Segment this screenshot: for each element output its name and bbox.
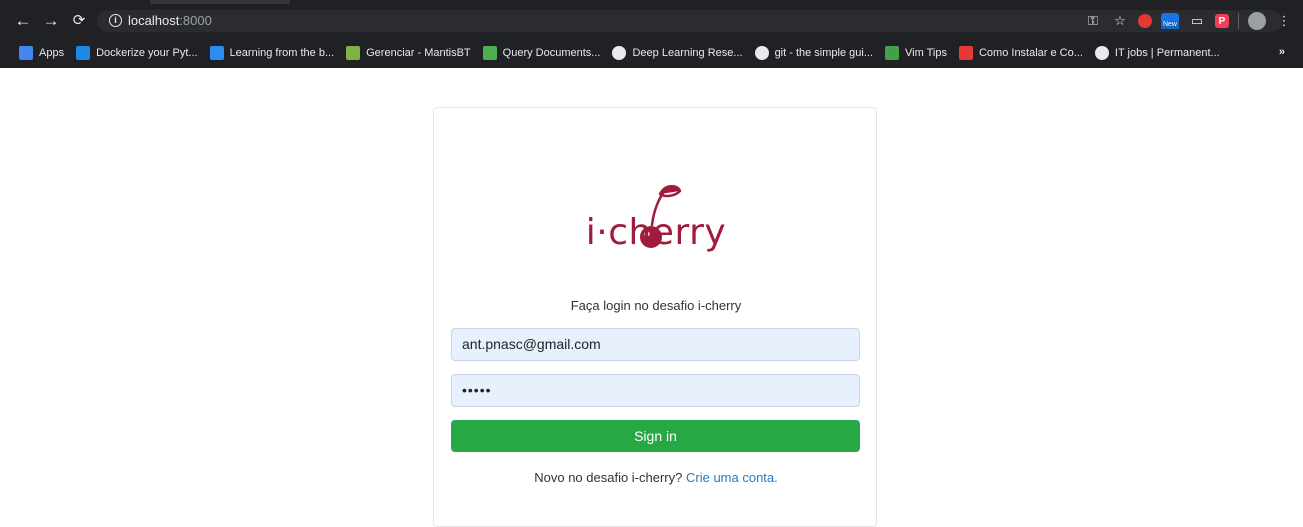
reload-icon[interactable]: ⟳ [69, 11, 89, 31]
pocket-glyph: P [1218, 15, 1226, 27]
new-badge: New [1161, 21, 1179, 29]
bookmark-item[interactable]: IT jobs | Permanent... [1094, 42, 1220, 64]
bookmark-item[interactable]: git - the simple gui... [754, 42, 873, 64]
github-icon [612, 46, 627, 60]
bookmarks-overflow-icon[interactable]: » [1279, 46, 1285, 58]
bookmark-label: Vim Tips [905, 47, 947, 59]
create-account-link[interactable]: Crie uma conta. [686, 470, 778, 485]
bookmark-label: IT jobs | Permanent... [1114, 47, 1220, 59]
url-host: localhost [128, 13, 180, 28]
menu-kebab-icon[interactable]: ⋮ [1275, 12, 1293, 30]
email-field[interactable]: ant.pnasc@gmail.com [451, 328, 860, 361]
bookmark-item[interactable]: Como Instalar e Co... [958, 42, 1083, 64]
key-icon[interactable]: ⚿ [1084, 12, 1102, 30]
signup-prompt: Novo no desafio i-cherry? Crie uma conta… [434, 470, 878, 485]
bookmark-label: Deep Learning Rese... [632, 47, 743, 59]
extension-new-icon[interactable]: New [1161, 13, 1179, 29]
bookmark-label: Apps [39, 47, 65, 59]
dockerize-icon [76, 46, 91, 60]
url-port: :8000 [179, 13, 212, 28]
star-icon[interactable]: ☆ [1111, 12, 1129, 30]
toolbar-right-icons: ⚿ ☆ New ▭ P ⋮ [1084, 11, 1293, 31]
brand-logo-text: i·cherry [585, 212, 727, 253]
jobs-icon [1094, 46, 1109, 60]
github-icon [754, 46, 769, 60]
vim-icon [885, 46, 899, 60]
signup-prefix: Novo no desafio i-cherry? [534, 470, 683, 485]
login-card: i·cherry Faça login no desafio i-cherry … [433, 107, 877, 527]
forward-arrow-icon[interactable]: → [41, 11, 61, 31]
bookmark-item[interactable]: Gerenciar - MantisBT [346, 42, 471, 64]
k-icon [209, 46, 224, 60]
bookmark-item[interactable]: Query Documents... [482, 42, 601, 64]
bookmark-label: Learning from the b... [229, 47, 335, 59]
back-arrow-icon[interactable]: ← [13, 11, 33, 31]
bookmark-label: Query Documents... [502, 47, 601, 59]
bookmark-item[interactable]: Deep Learning Rese... [612, 42, 743, 64]
profile-avatar-icon[interactable] [1248, 12, 1266, 30]
bookmarks-bar: Apps Dockerize your Pyt... Learning from t… [0, 42, 1303, 64]
apps-grid-icon [19, 46, 33, 60]
mongodb-leaf-icon [482, 46, 497, 60]
youtube-icon [958, 46, 973, 60]
password-field[interactable]: ••••• [451, 374, 860, 407]
browser-chrome: ← → ⟳ i localhost:8000 ⚿ ☆ New ▭ P ⋮ App… [0, 0, 1303, 68]
tab-strip [0, 0, 1303, 4]
mantis-icon [346, 46, 361, 60]
pocket-icon[interactable]: P [1215, 14, 1229, 28]
cast-icon[interactable]: ▭ [1188, 12, 1206, 30]
toolbar-separator [1238, 13, 1239, 29]
bookmark-label: Como Instalar e Co... [978, 47, 1083, 59]
login-subtitle: Faça login no desafio i-cherry [570, 298, 742, 313]
bookmark-item[interactable]: Learning from the b... [209, 42, 335, 64]
extension-red-icon[interactable] [1138, 14, 1152, 28]
active-tab[interactable] [150, 0, 290, 4]
bookmark-label: Gerenciar - MantisBT [366, 47, 471, 59]
info-icon[interactable]: i [109, 14, 122, 27]
bookmark-label: git - the simple gui... [774, 47, 873, 59]
bookmark-item[interactable]: Apps [19, 42, 64, 64]
bookmark-item[interactable]: Vim Tips [885, 42, 947, 64]
bookmark-item[interactable]: Dockerize your Pyt... [76, 42, 198, 64]
sign-in-button[interactable]: Sign in [451, 420, 860, 452]
url-text[interactable]: localhost:8000 [128, 13, 212, 29]
bookmark-label: Dockerize your Pyt... [96, 47, 198, 59]
browser-toolbar: ← → ⟳ i localhost:8000 ⚿ ☆ New ▭ P ⋮ [0, 6, 1303, 36]
